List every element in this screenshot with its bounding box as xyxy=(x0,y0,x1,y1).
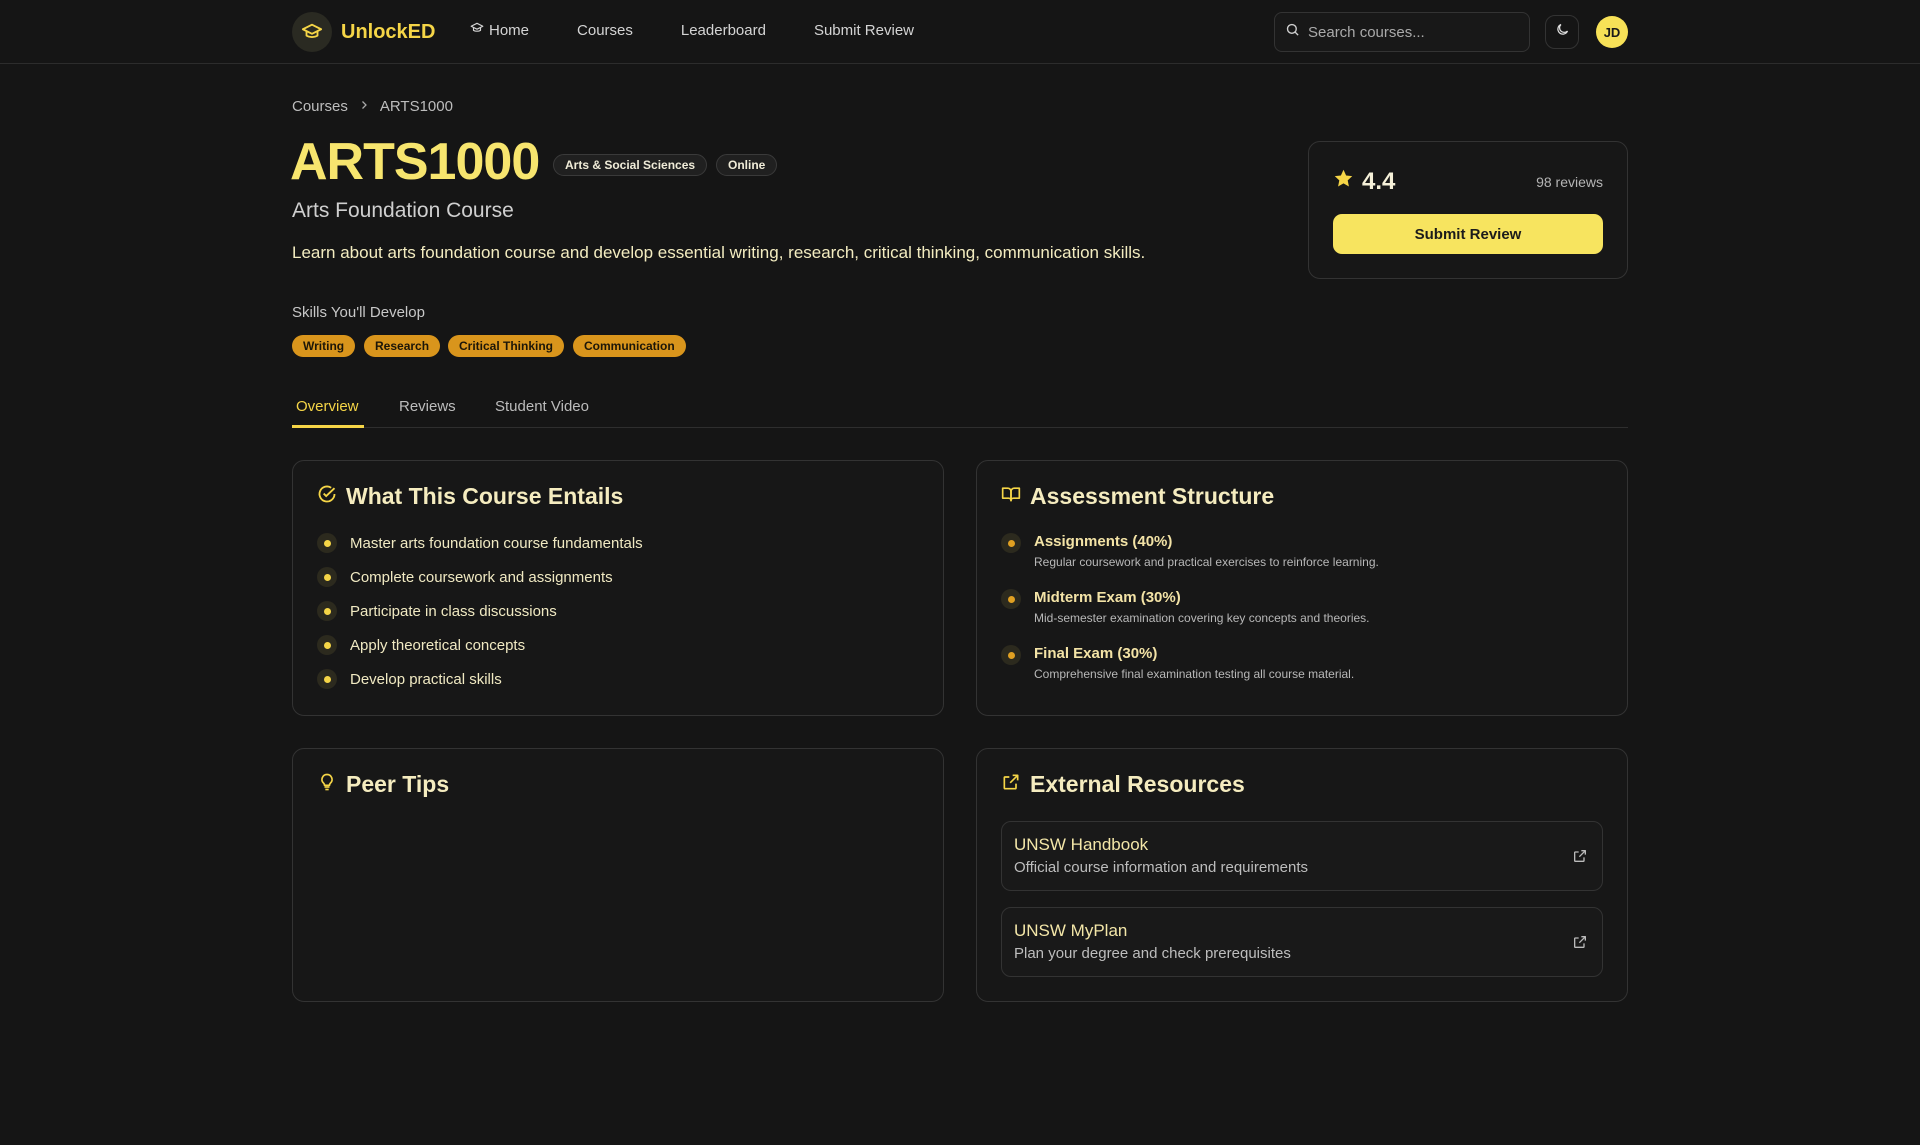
assessment-name: Assignments (40%) xyxy=(1034,533,1173,550)
peer-tips-title: Peer Tips xyxy=(346,771,450,797)
graduation-cap-icon xyxy=(292,12,332,52)
assessment-item: Midterm Exam (30%) Mid-semester examinati… xyxy=(1001,589,1370,625)
card-title: External Resources xyxy=(1001,771,1245,798)
skill-tag: Communication xyxy=(573,335,686,357)
submit-review-button[interactable]: Submit Review xyxy=(1333,214,1603,254)
assessment-description: Mid-semester examination covering key co… xyxy=(1034,611,1370,625)
list-item-text: Participate in class discussions xyxy=(350,602,557,620)
theme-toggle-button[interactable] xyxy=(1545,15,1579,49)
search-input[interactable] xyxy=(1308,23,1508,41)
course-code: ARTS1000 xyxy=(290,133,540,191)
assessment-name: Midterm Exam (30%) xyxy=(1034,589,1181,606)
bullet-dot-icon xyxy=(1001,645,1021,665)
list-item: Develop practical skills xyxy=(317,669,502,689)
graduation-cap-icon xyxy=(470,21,484,39)
resource-link-myplan[interactable]: UNSW MyPlan Plan your degree and check p… xyxy=(1001,907,1603,977)
list-item: Apply theoretical concepts xyxy=(317,635,525,655)
active-tab-indicator xyxy=(292,425,364,428)
card-title: Assessment Structure xyxy=(1001,483,1274,510)
tab-overview[interactable]: Overview xyxy=(296,398,359,415)
breadcrumb-courses[interactable]: Courses xyxy=(292,98,348,115)
skills-heading: Skills You'll Develop xyxy=(292,304,425,321)
course-description: Learn about arts foundation course and d… xyxy=(292,243,1146,262)
bullet-dot-icon xyxy=(317,533,337,553)
skill-tag: Critical Thinking xyxy=(448,335,565,357)
assessment-name: Final Exam (30%) xyxy=(1034,645,1158,662)
card-title: What This Course Entails xyxy=(317,483,623,510)
check-circle-icon xyxy=(317,483,337,510)
resource-title: UNSW Handbook xyxy=(1014,835,1149,854)
course-tabs: Overview Reviews Student Video xyxy=(292,392,1628,428)
external-link-icon xyxy=(1572,848,1588,869)
bullet-dot-icon xyxy=(317,567,337,587)
list-item-text: Complete coursework and assignments xyxy=(350,568,613,586)
card-title: Peer Tips xyxy=(317,771,449,798)
chevron-right-icon xyxy=(358,98,370,115)
rating-value: 4.4 xyxy=(1333,168,1395,196)
assessment-description: Regular coursework and practical exercis… xyxy=(1034,555,1379,569)
skill-tag: Writing xyxy=(292,335,356,357)
nav-courses[interactable]: Courses xyxy=(577,22,633,39)
book-open-icon xyxy=(1001,483,1021,510)
assessment-description: Comprehensive final examination testing … xyxy=(1034,667,1355,681)
external-resources-card: External Resources UNSW Handbook Officia… xyxy=(976,748,1628,1002)
resources-title: External Resources xyxy=(1030,771,1245,797)
assessment-card: Assessment Structure Assignments (40%) Re… xyxy=(976,460,1628,716)
tab-student-video[interactable]: Student Video xyxy=(495,398,589,415)
external-link-icon xyxy=(1572,934,1588,955)
resource-subtitle: Official course information and requirem… xyxy=(1014,859,1309,876)
nav-home[interactable]: Home xyxy=(470,21,529,39)
assessment-item: Assignments (40%) Regular coursework and … xyxy=(1001,533,1379,569)
list-item: Complete coursework and assignments xyxy=(317,567,613,587)
breadcrumb: Courses ARTS1000 xyxy=(292,98,453,115)
faculty-badge: Arts & Social Sciences xyxy=(553,154,708,176)
user-avatar[interactable]: JD xyxy=(1596,16,1628,48)
list-item-text: Master arts foundation course fundamenta… xyxy=(350,534,643,552)
nav-submit-review[interactable]: Submit Review xyxy=(814,22,914,39)
tab-reviews[interactable]: Reviews xyxy=(399,398,456,415)
entails-title: What This Course Entails xyxy=(346,483,624,509)
assessment-item: Final Exam (30%) Comprehensive final exam… xyxy=(1001,645,1354,681)
bullet-dot-icon xyxy=(1001,589,1021,609)
list-item: Participate in class discussions xyxy=(317,601,557,621)
list-item: Master arts foundation course fundamenta… xyxy=(317,533,643,553)
external-link-icon xyxy=(1001,771,1021,798)
bullet-dot-icon xyxy=(317,601,337,621)
bullet-dot-icon xyxy=(317,635,337,655)
skill-tag: Research xyxy=(364,335,441,357)
search-icon xyxy=(1285,22,1300,42)
resource-subtitle: Plan your degree and check prerequisites xyxy=(1014,945,1291,962)
bullet-dot-icon xyxy=(317,669,337,689)
course-entails-card: What This Course Entails Master arts fou… xyxy=(292,460,944,716)
list-item-text: Develop practical skills xyxy=(350,670,502,688)
assessment-title: Assessment Structure xyxy=(1030,483,1275,509)
search-box xyxy=(1274,12,1530,52)
delivery-badge: Online xyxy=(716,154,778,176)
list-item-text: Apply theoretical concepts xyxy=(350,636,526,654)
lightbulb-icon xyxy=(317,771,337,798)
brand-link[interactable]: UnlockED xyxy=(292,12,435,52)
top-navbar: UnlockED Home Courses Leaderboard Submit… xyxy=(0,0,1920,64)
review-count: 98 reviews xyxy=(1536,174,1603,190)
brand-name: UnlockED xyxy=(341,20,436,43)
rating-card: 4.4 98 reviews Submit Review xyxy=(1308,141,1628,279)
peer-tips-card: Peer Tips xyxy=(292,748,944,1002)
main-nav: Home Courses Leaderboard Submit Review xyxy=(470,21,962,39)
moon-icon xyxy=(1555,22,1570,42)
bullet-dot-icon xyxy=(1001,533,1021,553)
breadcrumb-current: ARTS1000 xyxy=(379,98,453,115)
resource-title: UNSW MyPlan xyxy=(1014,921,1128,940)
course-name: Arts Foundation Course xyxy=(292,199,514,222)
resource-link-handbook[interactable]: UNSW Handbook Official course informatio… xyxy=(1001,821,1603,891)
nav-leaderboard[interactable]: Leaderboard xyxy=(681,22,766,39)
star-icon xyxy=(1333,168,1354,196)
rating-number: 4.4 xyxy=(1362,168,1396,195)
nav-home-label: Home xyxy=(489,21,530,39)
